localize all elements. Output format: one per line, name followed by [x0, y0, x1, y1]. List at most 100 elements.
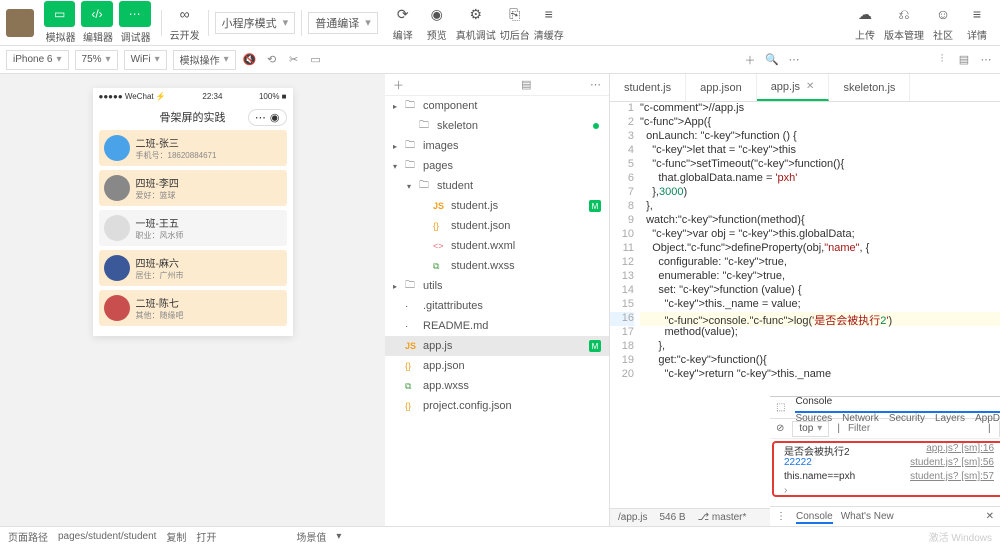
label: 版本管理 — [884, 27, 924, 42]
page-title: 骨架屏的实践 — [160, 109, 226, 125]
tree-item[interactable]: 🗀skeleton — [385, 116, 609, 136]
student-avatar — [104, 175, 130, 201]
tree-item[interactable]: ·.gitattributes — [385, 296, 609, 316]
watermark: 激活 Windows — [929, 529, 992, 544]
student-card[interactable]: 一班-王五职业：风水师 — [99, 210, 287, 246]
menu-icon[interactable]: ⋯ — [786, 52, 802, 68]
add-icon[interactable]: ＋ — [742, 52, 758, 68]
page-path: pages/student/student — [58, 531, 156, 542]
drawer-tab[interactable]: What's New — [841, 511, 894, 522]
search-icon[interactable]: 🔍 — [764, 52, 780, 68]
student-card[interactable]: 二班-陈七其他：随缘吧 — [99, 290, 287, 326]
console-pane: ⬚ ConsoleSourcesNetworkSecurityLayersApp… — [770, 396, 1000, 526]
git-branch[interactable]: ⎇ master* — [698, 512, 747, 523]
rotate-icon[interactable]: ⟲ — [264, 52, 280, 68]
student-avatar — [104, 135, 130, 161]
mode-select[interactable]: 小程序模式 — [215, 12, 296, 34]
user-avatar[interactable] — [6, 9, 34, 37]
preview-button[interactable]: ◉ — [422, 3, 452, 25]
label: 编辑器 — [83, 29, 113, 44]
compile-button[interactable]: ⟳ — [388, 3, 418, 25]
tree-item[interactable]: ▾🗀student — [385, 176, 609, 196]
tree-item[interactable]: ▸🗀component — [385, 96, 609, 116]
zoom-select[interactable]: 75% — [75, 50, 118, 70]
split-icon[interactable]: ⫶ — [934, 52, 950, 68]
devtools-tab[interactable]: Console — [795, 391, 1000, 413]
inspect-icon[interactable]: ⬚ — [776, 402, 785, 413]
more-icon[interactable]: ⋯ — [590, 78, 601, 91]
source-link[interactable]: student.js? [sm]:57 — [910, 471, 994, 485]
debugger-button[interactable]: ⋯ — [119, 1, 151, 27]
editor-tabs: student.jsapp.jsonapp.js✕skeleton.js — [610, 74, 1000, 102]
tree-item[interactable]: ▾🗀pages — [385, 156, 609, 176]
editor-tab[interactable]: student.js — [610, 74, 686, 101]
details-button[interactable]: ≡ — [962, 3, 992, 25]
student-list: 二班-张三手机号：18620884671 四班-李四爱好：篮球一班-王五职业：风水… — [93, 130, 293, 336]
more-icon[interactable]: ⋯ — [978, 52, 994, 68]
cloud-dev-button[interactable]: ∞ — [170, 3, 200, 25]
filter-input[interactable] — [848, 423, 980, 434]
drawer-menu-icon[interactable]: ⋮ — [776, 511, 786, 522]
tree-item[interactable]: {}project.config.json — [385, 396, 609, 416]
expand-icon[interactable]: ▭ — [308, 52, 324, 68]
background-button[interactable]: ⎘ — [500, 3, 530, 25]
cut-icon[interactable]: ✂ — [286, 52, 302, 68]
phone-frame: ●●●●● WeChat ⚡ 22:34 100% ■ 骨架屏的实践 ⋯◉ 二班… — [93, 88, 293, 336]
context-select[interactable]: top — [792, 421, 829, 437]
path-label: 页面路径 — [8, 529, 48, 544]
tree-item[interactable]: <>student.wxml — [385, 236, 609, 256]
student-card[interactable]: 四班-李四爱好：篮球 — [99, 170, 287, 206]
tree-item[interactable]: ⧉app.wxss — [385, 376, 609, 396]
source-link[interactable]: student.js? [sm]:56 — [910, 457, 994, 471]
device-select[interactable]: iPhone 6 — [6, 50, 69, 70]
close-tab-icon[interactable]: ✕ — [806, 81, 814, 92]
editor-tab[interactable]: app.json — [686, 74, 757, 101]
student-card[interactable]: 四班-麻六居住：广州市 — [99, 250, 287, 286]
tree-item[interactable]: {}app.json — [385, 356, 609, 376]
mute-icon[interactable]: 🔇 — [242, 52, 258, 68]
tree-item[interactable]: JSapp.jsM — [385, 336, 609, 356]
remote-debug-button[interactable]: ⚙ — [461, 3, 491, 25]
student-avatar — [104, 255, 130, 281]
upload-button[interactable]: ☁ — [850, 3, 880, 25]
clear-cache-button[interactable]: ≡ — [534, 3, 564, 25]
student-sub: 居住：广州市 — [136, 270, 184, 281]
label: 清缓存 — [534, 27, 564, 42]
battery: 100% ■ — [259, 92, 287, 101]
tree-item[interactable]: JSstudent.jsM — [385, 196, 609, 216]
editor-tab[interactable]: skeleton.js — [829, 74, 910, 101]
collapse-icon[interactable]: ▤ — [521, 78, 531, 91]
student-card[interactable]: 二班-张三手机号：18620884671 — [99, 130, 287, 166]
devtools-tabs: ⬚ ConsoleSourcesNetworkSecurityLayersApp… — [770, 397, 1000, 419]
compile-select[interactable]: 普通编译 — [308, 12, 378, 34]
action-select[interactable]: 模拟操作 — [173, 50, 236, 70]
student-name: 四班-麻六 — [136, 255, 184, 270]
version-button[interactable]: ⎌ — [889, 3, 919, 25]
carrier: ●●●●● WeChat ⚡ — [99, 92, 166, 101]
community-button[interactable]: ☺ — [928, 3, 958, 25]
tree-item[interactable]: ⧉student.wxss — [385, 256, 609, 276]
network-select[interactable]: WiFi — [124, 50, 167, 70]
editor-tab[interactable]: app.js✕ — [757, 74, 830, 101]
tree-item[interactable]: ·README.md — [385, 316, 609, 336]
close-icon[interactable]: ◉ — [270, 111, 280, 124]
tree-item[interactable]: ▸🗀utils — [385, 276, 609, 296]
label: 真机调试 — [456, 27, 496, 42]
editor-button[interactable]: ‹/› — [81, 1, 112, 27]
tree-item[interactable]: {}student.json — [385, 216, 609, 236]
layout-icon[interactable]: ▤ — [956, 52, 972, 68]
clear-console-icon[interactable]: ⊘ — [776, 423, 784, 434]
label: 编译 — [393, 27, 413, 42]
drawer-tab[interactable]: Console — [796, 511, 833, 524]
sub-toolbar: iPhone 6 75% WiFi 模拟操作 🔇 ⟲ ✂ ▭ ＋ 🔍 ⋯ ⫶ ▤… — [0, 46, 1000, 74]
label: 预览 — [427, 27, 447, 42]
open-link[interactable]: 打开 — [196, 529, 216, 544]
copy-link[interactable]: 复制 — [166, 529, 186, 544]
simulator-button[interactable]: ▭ — [44, 1, 75, 27]
add-file-icon[interactable]: ＋ — [393, 77, 404, 93]
menu-icon[interactable]: ⋯ — [255, 111, 266, 124]
console-output[interactable]: 是否会被执行2app.js? [sm]:1622222student.js? [… — [770, 439, 1000, 506]
source-link[interactable]: app.js? [sm]:16 — [926, 443, 994, 457]
close-drawer-icon[interactable]: ✕ — [986, 511, 994, 522]
tree-item[interactable]: ▸🗀images — [385, 136, 609, 156]
